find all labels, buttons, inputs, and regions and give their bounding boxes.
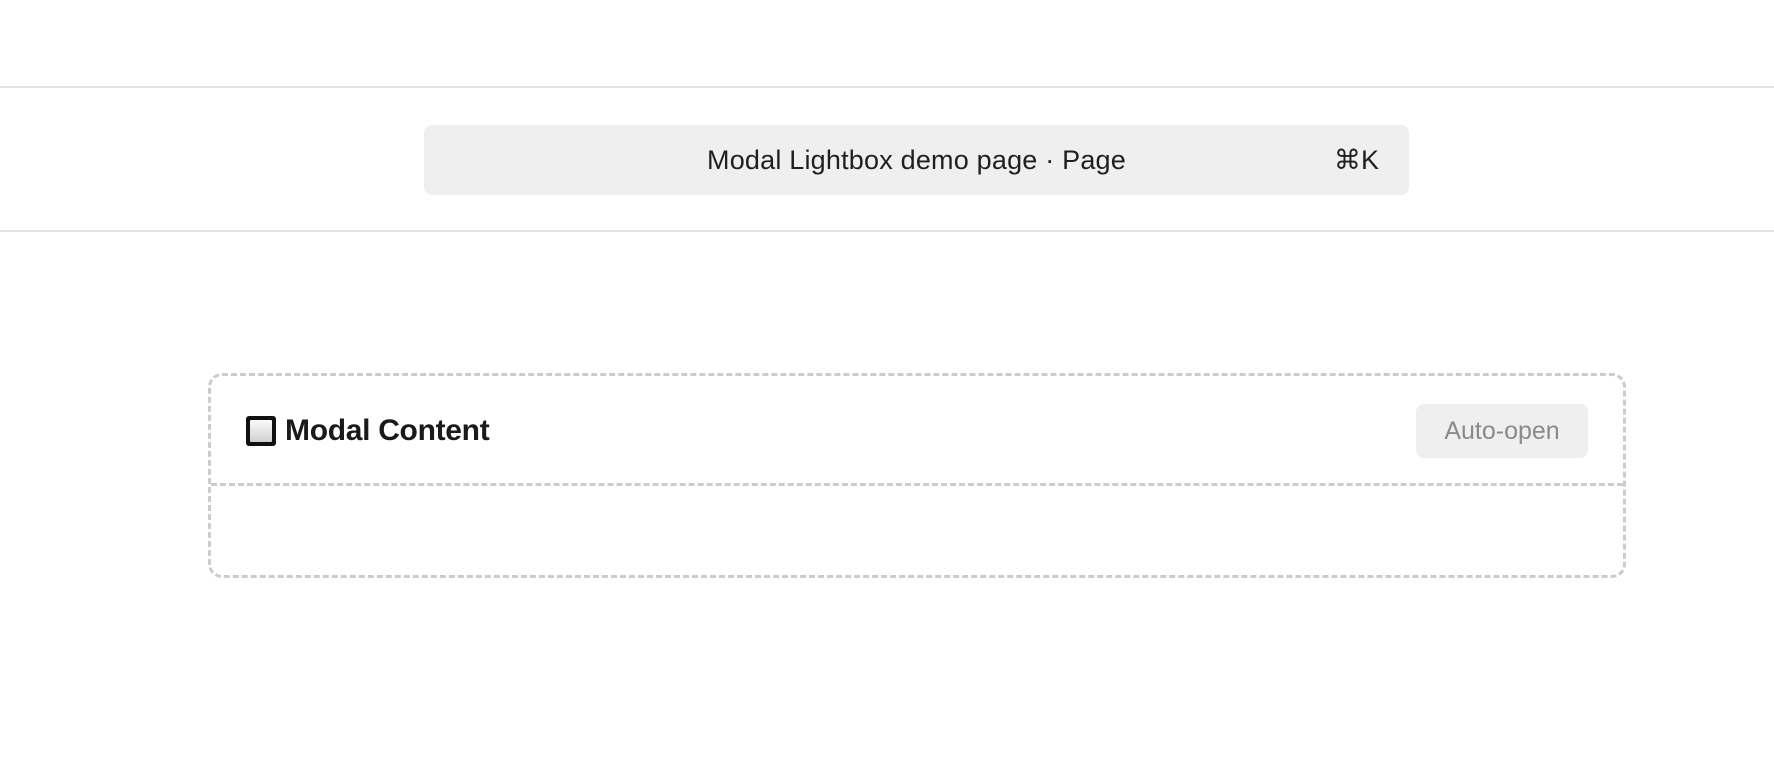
top-bar	[0, 0, 1774, 88]
auto-open-button[interactable]: Auto-open	[1416, 404, 1588, 458]
modal-body	[211, 486, 1623, 575]
command-bar-row: Modal Lightbox demo page · Page ⌘K	[0, 88, 1774, 232]
keyboard-shortcut: ⌘K	[1333, 145, 1379, 175]
modal-title: Modal Content	[285, 414, 490, 447]
square-button-icon	[246, 416, 276, 446]
command-palette-button[interactable]: Modal Lightbox demo page · Page ⌘K	[424, 125, 1409, 195]
page-title: Modal Lightbox demo page · Page	[707, 145, 1126, 175]
modal-header: Modal Content Auto-open	[211, 376, 1623, 486]
modal-card: Modal Content Auto-open	[208, 373, 1626, 578]
square-button-icon-face	[250, 420, 272, 442]
